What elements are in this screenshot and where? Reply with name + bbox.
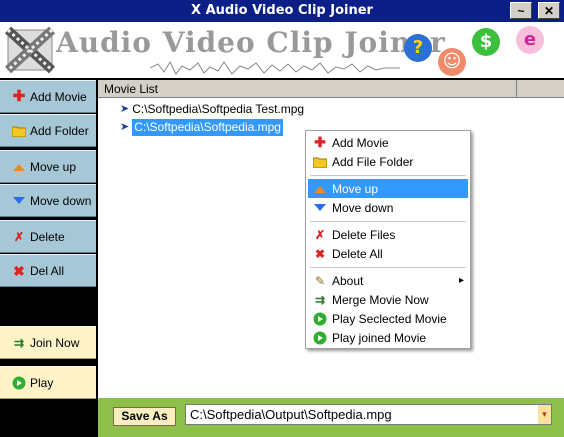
delete-icon: ✗ — [314, 227, 326, 242]
menu-item-label: About — [332, 273, 364, 288]
waveform-graphic — [150, 60, 400, 75]
menu-item-play-joined-movie[interactable]: Play joined Movie — [308, 328, 468, 347]
menu-item-move-down[interactable]: Move down — [308, 198, 468, 217]
wand-icon: ✎ — [314, 273, 326, 288]
output-path-value: C:\Softpedia\Output\Softpedia.mpg — [190, 407, 392, 422]
delete-label: Delete — [30, 229, 65, 244]
banner-title: Audio Video Clip Joiner — [56, 26, 446, 59]
window-title: X Audio Video Clip Joiner — [191, 3, 373, 18]
join-now-label: Join Now — [30, 335, 80, 350]
play-button[interactable]: Play — [0, 366, 96, 399]
movie-item-icon: ➤ — [120, 103, 130, 115]
menu-item-add-movie[interactable]: ✚ Add Movie — [308, 133, 468, 152]
help-icon[interactable]: ? — [404, 34, 432, 62]
menu-item-move-up[interactable]: Move up — [308, 179, 468, 198]
menu-item-label: Play Seclected Movie — [332, 311, 447, 326]
menu-item-label: Add Movie — [332, 135, 389, 150]
plus-icon: ✚ — [12, 87, 26, 105]
output-bar: Save As C:\Softpedia\Output\Softpedia.mp… — [98, 398, 564, 437]
menu-item-label: Move down — [332, 200, 394, 215]
folder-icon — [312, 154, 328, 170]
add-folder-button[interactable]: Add Folder — [0, 114, 96, 147]
delete-all-icon: ✖ — [13, 262, 25, 279]
delete-button[interactable]: ✗ Delete — [0, 220, 96, 253]
list-item-text: C:\Softpedia\Softpedia.mpg — [132, 119, 283, 136]
menu-separator — [310, 175, 466, 176]
save-as-button[interactable]: Save As — [113, 407, 176, 426]
menu-item-label: Delete All — [332, 246, 383, 261]
menu-item-about[interactable]: ✎ About ▸ — [308, 271, 468, 290]
movie-list-header: Movie List — [98, 80, 564, 98]
menu-separator — [310, 221, 466, 222]
list-item-selected[interactable]: ➤ C:\Softpedia\Softpedia.mpg — [120, 119, 283, 136]
plus-icon: ✚ — [314, 134, 326, 150]
add-movie-label: Add Movie — [30, 89, 87, 104]
context-menu: ✚ Add Movie Add File Folder Move up Move… — [305, 130, 471, 349]
menu-item-label: Merge Movie Now — [332, 292, 429, 307]
arrow-down-icon — [312, 200, 328, 216]
submenu-arrow-icon: ▸ — [458, 275, 464, 286]
menu-item-play-selected-movie[interactable]: Play Seclected Movie — [308, 309, 468, 328]
list-item[interactable]: ➤ C:\Softpedia\Softpedia Test.mpg — [120, 101, 304, 118]
move-up-label: Move up — [30, 159, 77, 174]
play-icon — [312, 330, 328, 346]
menu-item-merge-movie-now[interactable]: ⇉ Merge Movie Now — [308, 290, 468, 309]
delete-icon: ✗ — [13, 229, 25, 244]
app-banner: Audio Video Clip Joiner ? ☺ $ e — [0, 22, 564, 78]
move-up-button[interactable]: Move up — [0, 150, 96, 183]
menu-separator — [310, 267, 466, 268]
movie-item-icon: ➤ — [120, 121, 130, 133]
minimize-button[interactable]: ~ — [510, 2, 532, 19]
merge-icon: ⇉ — [13, 335, 25, 350]
move-down-button[interactable]: Move down — [0, 184, 96, 217]
add-movie-button[interactable]: ✚ Add Movie — [0, 80, 96, 113]
menu-item-label: Delete Files — [332, 227, 396, 242]
smiley-icon[interactable]: ☺ — [438, 48, 466, 76]
title-bar: X Audio Video Clip Joiner ~ ✕ — [0, 0, 564, 22]
arrow-down-icon — [12, 194, 26, 208]
sidebar: ✚ Add Movie Add Folder Move up Move down… — [0, 78, 96, 437]
arrow-up-icon — [312, 181, 328, 197]
movie-list-column-header[interactable]: Movie List — [98, 80, 517, 98]
output-path-field[interactable]: C:\Softpedia\Output\Softpedia.mpg ▾ — [185, 404, 552, 425]
chevron-down-icon[interactable]: ▾ — [538, 405, 551, 424]
delete-all-icon: ✖ — [314, 246, 326, 261]
film-reel-logo-icon — [4, 26, 56, 74]
del-all-label: Del All — [30, 263, 65, 278]
close-button[interactable]: ✕ — [538, 2, 560, 19]
dollar-icon[interactable]: $ — [472, 28, 500, 56]
play-label: Play — [30, 375, 54, 390]
folder-icon — [12, 124, 26, 138]
play-icon — [312, 311, 328, 327]
menu-item-delete-all[interactable]: ✖ Delete All — [308, 244, 468, 263]
merge-icon: ⇉ — [314, 292, 326, 307]
join-now-button[interactable]: ⇉ Join Now — [0, 326, 96, 359]
add-folder-label: Add Folder — [30, 123, 89, 138]
menu-item-add-file-folder[interactable]: Add File Folder — [308, 152, 468, 171]
menu-item-label: Move up — [332, 181, 379, 196]
menu-item-delete-files[interactable]: ✗ Delete Files — [308, 225, 468, 244]
move-down-label: Move down — [30, 193, 92, 208]
menu-item-label: Play joined Movie — [332, 330, 427, 345]
menu-item-label: Add File Folder — [332, 154, 414, 169]
play-icon — [12, 376, 26, 390]
email-icon[interactable]: e — [516, 26, 544, 54]
list-item-text: C:\Softpedia\Softpedia Test.mpg — [132, 102, 305, 116]
del-all-button[interactable]: ✖ Del All — [0, 254, 96, 287]
arrow-up-icon — [12, 160, 26, 174]
